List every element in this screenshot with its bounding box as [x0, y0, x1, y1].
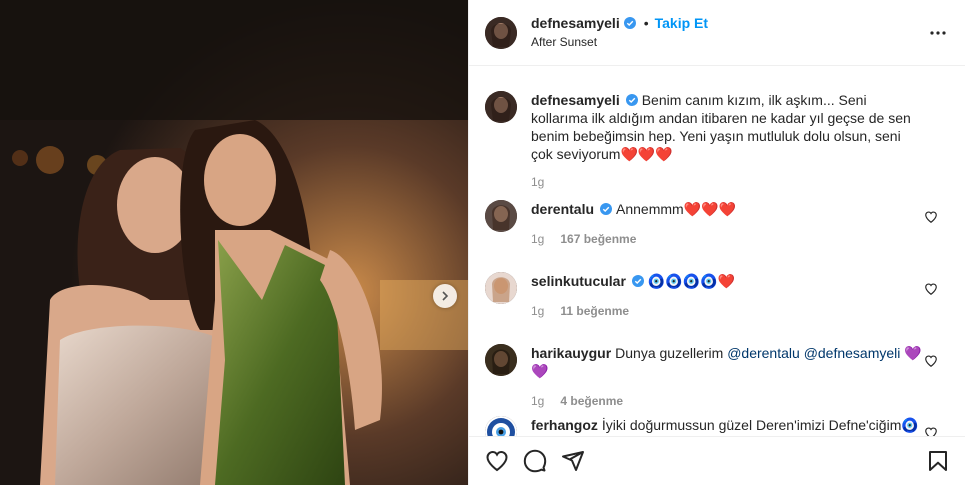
comment-meta: 1g 167 beğenme	[531, 232, 950, 246]
caption-meta: 1g	[531, 175, 950, 189]
comment-meta: 1g 11 beğenme	[531, 304, 950, 318]
comment-body: Dunya guzellerim	[615, 345, 724, 361]
comment-username[interactable]: harikauygur	[531, 345, 611, 361]
caption-text: defnesamyeli Benim canım kızım, ilk aşkım…	[531, 91, 950, 163]
comment-username[interactable]: derentalu	[531, 201, 594, 217]
more-options-button[interactable]	[929, 24, 947, 42]
comment-emoji: 🧿🧿🧿🧿❤️	[647, 273, 736, 289]
location-link[interactable]: After Sunset	[531, 34, 708, 51]
avatar[interactable]	[485, 91, 517, 123]
comment-text: selinkutucular 🧿🧿🧿🧿❤️	[531, 272, 950, 290]
mention-link[interactable]: @defnesamyeli	[804, 345, 901, 361]
separator-dot: •	[643, 14, 649, 31]
comment-likes[interactable]: 167 beğenme	[560, 232, 636, 246]
header-text: defnesamyeli • Takip Et After Sunset	[531, 15, 708, 51]
post-side-panel: defnesamyeli • Takip Et After Sunset def…	[468, 0, 965, 485]
instagram-post-view: defnesamyeli • Takip Et After Sunset def…	[0, 0, 965, 485]
post-header: defnesamyeli • Takip Et After Sunset	[469, 0, 965, 66]
caption-emoji: ❤️❤️❤️	[620, 146, 673, 162]
post-photo[interactable]	[0, 0, 468, 485]
caption-username[interactable]: defnesamyeli	[531, 92, 620, 108]
comment-body: İyiki doğurmussun güzel Deren'imizi Defn…	[601, 417, 902, 433]
heart-icon[interactable]	[485, 449, 509, 473]
more-options-icon	[930, 31, 946, 35]
comment-text: harikauygur Dunya guzellerim @derentalu @…	[531, 344, 950, 380]
comment-text: derentalu Annemmm❤️❤️❤️	[531, 200, 950, 218]
comment-icon[interactable]	[523, 449, 547, 473]
comment-time[interactable]: 1g	[531, 394, 544, 408]
verified-badge-icon	[631, 275, 644, 287]
action-bar	[469, 436, 965, 485]
avatar[interactable]	[485, 344, 517, 376]
comment-username[interactable]: ferhangoz	[531, 417, 598, 433]
follow-button[interactable]: Takip Et	[655, 15, 708, 32]
comment-username[interactable]: selinkutucular	[531, 273, 626, 289]
comment-item: ferhangoz İyiki doğurmussun güzel Deren'i…	[485, 416, 950, 437]
comment-meta: 1g 4 beğenme	[531, 394, 950, 408]
author-username[interactable]: defnesamyeli	[531, 15, 620, 32]
avatar[interactable]	[485, 416, 517, 437]
comment-emoji: ❤️❤️❤️	[683, 201, 736, 217]
comment-item: selinkutucular 🧿🧿🧿🧿❤️ 1g 11 beğenme	[485, 272, 950, 318]
comment-body: Annemmm	[616, 201, 684, 217]
verified-badge-icon	[623, 17, 636, 29]
comments-list[interactable]: defnesamyeli Benim canım kızım, ilk aşkım…	[469, 67, 965, 437]
heart-icon[interactable]	[924, 354, 938, 368]
avatar[interactable]	[485, 200, 517, 232]
verified-badge-icon	[600, 203, 613, 215]
comment-likes[interactable]: 11 beğenme	[560, 304, 629, 318]
share-icon[interactable]	[561, 449, 585, 473]
comment-time[interactable]: 1g	[531, 232, 544, 246]
photo-illustration	[0, 0, 468, 485]
caption-time[interactable]: 1g	[531, 175, 544, 189]
heart-icon[interactable]	[924, 282, 938, 296]
bookmark-icon[interactable]	[926, 449, 950, 473]
comment-time[interactable]: 1g	[531, 304, 544, 318]
comment-item: derentalu Annemmm❤️❤️❤️ 1g 167 beğenme	[485, 200, 950, 246]
comment-likes[interactable]: 4 beğenme	[560, 394, 623, 408]
avatar[interactable]	[485, 272, 517, 304]
next-photo-button[interactable]	[433, 284, 457, 308]
comment-text: ferhangoz İyiki doğurmussun güzel Deren'i…	[531, 416, 950, 437]
verified-badge-icon	[625, 94, 638, 106]
avatar[interactable]	[485, 16, 517, 49]
chevron-right-icon	[442, 291, 449, 301]
mention-link[interactable]: @derentalu	[727, 345, 800, 361]
caption-item: defnesamyeli Benim canım kızım, ilk aşkım…	[485, 91, 950, 189]
comment-item: harikauygur Dunya guzellerim @derentalu @…	[485, 344, 950, 408]
heart-icon[interactable]	[924, 210, 938, 224]
